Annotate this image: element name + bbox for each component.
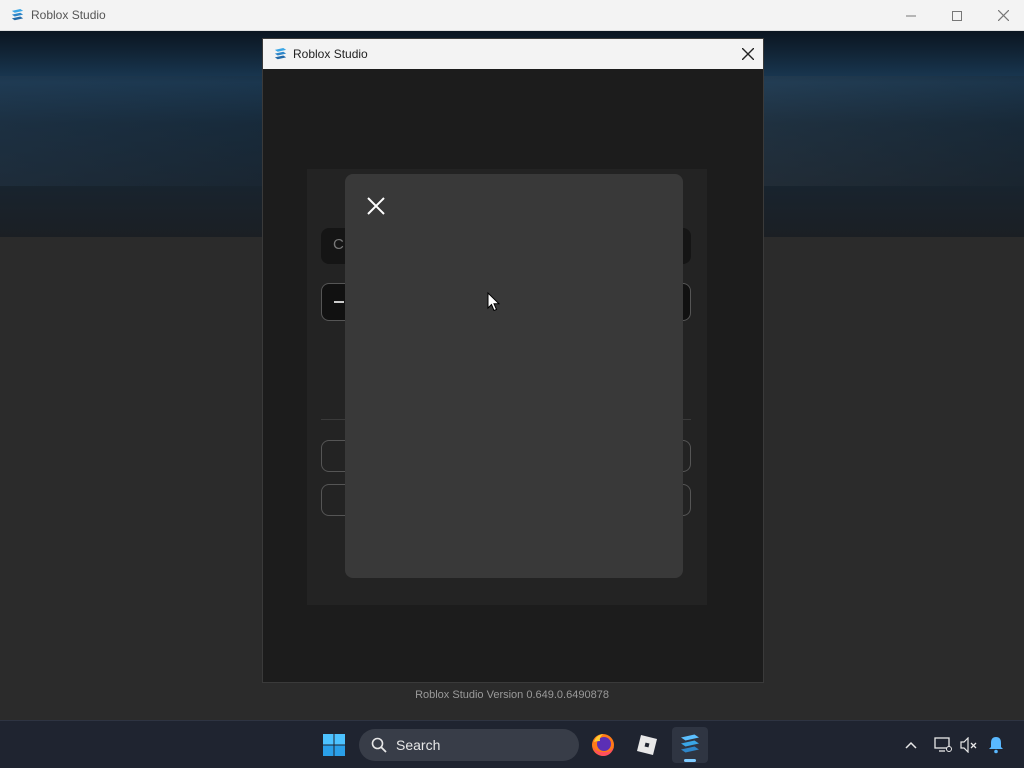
password-field-mark	[334, 301, 344, 303]
taskbar-firefox[interactable]	[585, 727, 621, 763]
main-titlebar[interactable]: Roblox Studio	[0, 0, 1024, 31]
close-window-button[interactable]	[980, 0, 1024, 31]
tray-network[interactable]	[932, 733, 954, 757]
maximize-button[interactable]	[934, 0, 980, 31]
roblox-studio-icon	[274, 47, 287, 60]
close-icon	[997, 10, 1009, 21]
dialog-titlebar[interactable]: Roblox Studio	[263, 39, 763, 69]
close-icon	[367, 197, 385, 215]
roblox-studio-icon	[681, 734, 699, 753]
username-field-text: C	[333, 236, 344, 253]
taskbar: Search	[0, 720, 1024, 768]
version-label: Roblox Studio Version 0.649.0.6490878	[415, 689, 609, 701]
maximize-icon	[952, 10, 962, 21]
roblox-studio-icon	[11, 8, 24, 21]
network-icon	[934, 737, 952, 752]
tray-notifications[interactable]	[985, 733, 1007, 757]
mouse-cursor-icon	[487, 292, 500, 312]
taskbar-roblox[interactable]	[629, 727, 665, 763]
dialog-close-button[interactable]	[733, 39, 763, 69]
notification-bell-icon	[989, 737, 1003, 754]
search-label: Search	[396, 737, 441, 753]
tray-show-hidden-icons[interactable]	[900, 733, 922, 757]
chevron-up-icon	[905, 741, 917, 749]
taskbar-roblox-studio[interactable]	[672, 727, 708, 763]
taskbar-search-box[interactable]: Search	[359, 729, 579, 761]
start-icon[interactable]	[322, 733, 346, 757]
main-window-title: Roblox Studio	[31, 8, 106, 22]
tray-volume[interactable]	[958, 733, 980, 757]
firefox-icon	[592, 734, 614, 756]
minimize-icon	[906, 15, 916, 16]
overlay-modal	[345, 174, 683, 578]
close-icon	[742, 48, 754, 60]
minimize-button[interactable]	[888, 0, 934, 31]
search-icon	[371, 737, 387, 753]
roblox-icon	[637, 735, 657, 755]
dialog-title: Roblox Studio	[293, 47, 368, 61]
modal-close-button[interactable]	[365, 195, 387, 217]
volume-muted-icon	[960, 737, 977, 753]
login-dialog-window: Roblox Studio C	[262, 38, 764, 683]
